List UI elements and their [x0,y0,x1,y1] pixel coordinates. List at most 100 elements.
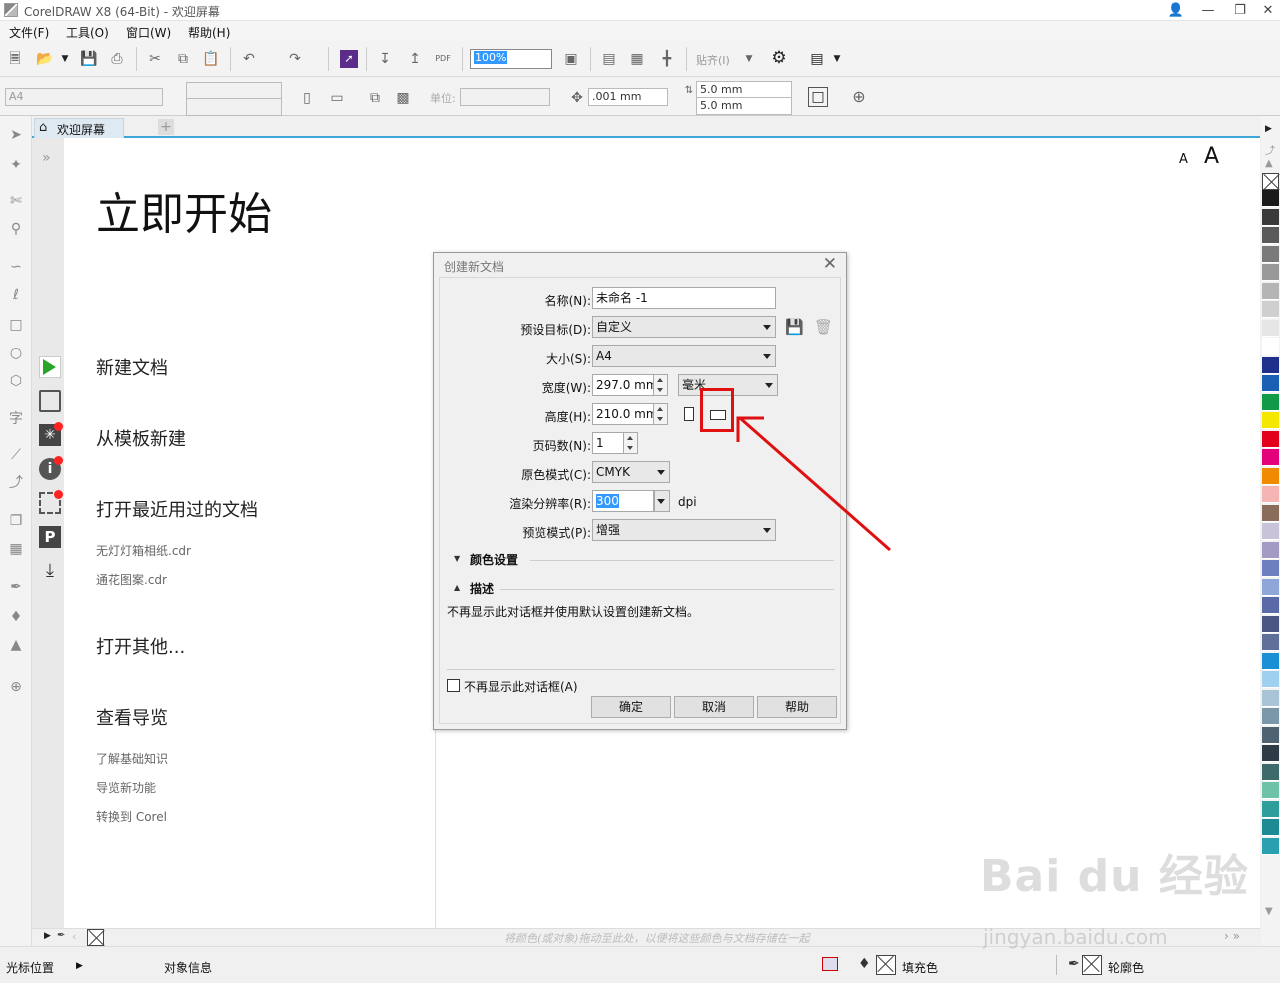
open-dropdown-icon[interactable]: ▼ [56,50,74,68]
import-icon[interactable]: ↧ [376,50,394,68]
page-size-select[interactable]: A4 [5,88,163,106]
snap-to-menu[interactable]: 贴齐(I) [696,52,730,68]
new-document-icon[interactable]: 🗏 [6,50,24,68]
menu-tools[interactable]: 工具(O) [66,24,109,41]
height-spinner[interactable] [654,403,668,425]
paste-icon[interactable]: 📋 [202,50,220,68]
guidelines-icon[interactable]: ╋ [658,50,676,68]
cancel-button[interactable]: 取消 [674,696,754,718]
portrait-icon[interactable]: ▯ [298,89,316,107]
palette-scroll-top-icon[interactable]: ▲ [1265,158,1273,169]
all-pages-icon[interactable]: ⧉ [366,89,384,107]
minimize-button[interactable]: — [1192,0,1224,21]
palette-scroll-down-icon[interactable]: ▼ [1265,906,1273,917]
add-tool-icon[interactable]: ⊕ [7,678,25,696]
print-icon[interactable]: ⎙ [108,50,126,68]
connector-tool-icon[interactable]: ⤴ [7,474,25,492]
palette-swatch[interactable] [1262,356,1279,374]
tab-welcome-screen[interactable]: ⌂ 欢迎屏幕 [34,118,124,138]
current-page-icon[interactable]: ▩ [394,89,412,107]
palette-swatch[interactable] [1262,245,1279,263]
shape-tool-icon[interactable]: ✦ [7,156,25,174]
dont-show-checkbox[interactable] [447,679,460,692]
treat-as-filled-icon[interactable]: □ [808,87,828,107]
palette-swatch[interactable] [1262,800,1279,818]
palette-swatch[interactable] [1262,819,1279,836]
document-name-input[interactable]: 未命名 -1 [592,287,776,309]
units-select[interactable] [460,88,550,106]
account-icon[interactable]: 👤 [1160,0,1192,21]
palette-swatch[interactable] [1262,301,1279,318]
zoom-tool-icon[interactable]: ⚲ [7,220,25,238]
scroll-right-icon[interactable]: › » [1224,929,1240,943]
palette-swatch[interactable] [1262,689,1279,707]
width-spinner[interactable] [654,374,668,396]
freehand-tool-icon[interactable]: ∽ [7,258,25,276]
ellipse-tool-icon[interactable]: ○ [7,344,25,362]
menu-help[interactable]: 帮助(H) [188,24,230,41]
font-size-large-button[interactable]: A [1204,144,1219,169]
palette-swatch[interactable] [1262,671,1279,688]
page-height-field[interactable] [186,98,282,116]
palette-swatch[interactable] [1262,412,1279,429]
expand-icon[interactable]: ▲ [454,583,460,592]
duplicate-distance-y-field[interactable]: 5.0 mm [696,97,792,115]
recent-file-link[interactable]: 通花图案.cdr [96,571,167,588]
palette-swatch[interactable] [1262,541,1279,559]
gear-icon[interactable]: ⚙ [770,49,788,67]
export-icon[interactable]: ↥ [406,50,424,68]
add-options-icon[interactable]: ⊕ [850,88,868,106]
menu-file[interactable]: 文件(F) [9,24,49,41]
close-icon[interactable]: ✕ [823,254,837,274]
palette-arrow-icon[interactable]: ▶ [44,931,51,941]
page-count-input[interactable]: 1 [592,432,624,454]
from-template-link[interactable]: 从模板新建 [96,425,186,451]
font-size-small-button[interactable]: A [1179,152,1188,167]
palette-swatch[interactable] [1262,652,1279,670]
no-color-swatch[interactable] [1262,173,1279,190]
palette-swatch[interactable] [1262,486,1279,503]
undo-icon[interactable]: ↶ [240,50,258,68]
cursor-arrow-icon[interactable]: ▶ [76,961,83,971]
rulers-icon[interactable]: ▤ [600,50,618,68]
product-details-icon[interactable]: P [39,526,61,548]
add-tab-button[interactable]: + [158,119,174,135]
eyedropper-icon[interactable]: ✒ [57,930,65,941]
get-started-icon[interactable] [39,356,61,378]
rectangle-tool-icon[interactable]: □ [7,316,25,334]
snap-dropdown-icon[interactable]: ▼ [740,50,758,68]
palette-swatch[interactable] [1262,449,1279,466]
crop-tool-icon[interactable]: ✄ [7,192,25,210]
palette-swatch[interactable] [1262,708,1279,725]
palette-swatch[interactable] [1262,634,1279,651]
palette-swatch[interactable] [1262,467,1279,485]
palette-swatch[interactable] [1262,504,1279,522]
new-document-link[interactable]: 新建文档 [96,354,168,380]
palette-scroll-up-icon[interactable]: ▶ [1265,124,1272,134]
landscape-icon[interactable]: ▭ [328,89,346,107]
palette-swatch[interactable] [1262,190,1279,207]
width-input[interactable]: 297.0 mm [592,374,654,396]
palette-swatch[interactable] [1262,837,1279,855]
save-preset-icon[interactable]: 💾 [785,318,804,336]
palette-swatch[interactable] [1262,763,1279,781]
fill-none-swatch[interactable] [876,955,896,975]
palette-swatch[interactable] [1262,745,1279,762]
palette-swatch[interactable] [1262,338,1279,355]
redo-icon[interactable]: ↷ [286,50,304,68]
interactive-fill-icon[interactable]: ♦ [7,608,25,626]
ok-button[interactable]: 确定 [591,696,671,718]
tour-new-features-link[interactable]: 导览新功能 [96,779,156,796]
save-icon[interactable]: 💾 [80,50,98,68]
expand-icon[interactable]: » [42,150,51,166]
color-proof-icon[interactable] [822,957,838,971]
palette-swatch[interactable] [1262,208,1279,226]
search-content-icon[interactable]: ➚ [340,50,358,68]
palette-menu-icon[interactable]: ⤴ [1265,142,1275,157]
delete-preset-icon[interactable]: 🗑 [814,318,833,336]
launcher-dropdown-icon[interactable]: ▼ [828,50,846,68]
pdf-icon[interactable]: PDF [434,50,452,68]
page-count-spinner[interactable] [624,432,638,454]
tour-basics-link[interactable]: 了解基础知识 [96,750,168,767]
size-select[interactable]: A4 [592,345,776,367]
